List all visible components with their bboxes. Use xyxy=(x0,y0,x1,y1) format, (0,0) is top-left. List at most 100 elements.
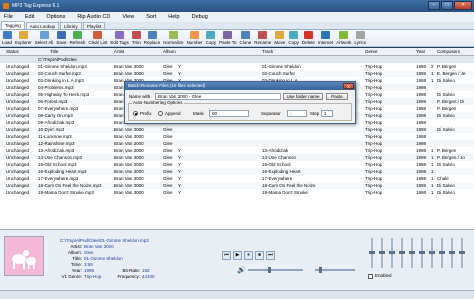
tab-playlist[interactable]: Playlist xyxy=(82,22,106,29)
tab-auto-lookup[interactable]: Auto Lookup xyxy=(25,22,60,29)
menu-debug[interactable]: Debug xyxy=(192,14,208,20)
menu-sort[interactable]: Sort xyxy=(146,14,156,20)
col-title[interactable]: Title xyxy=(50,48,58,56)
toolbar-internet-button[interactable]: Internet xyxy=(318,30,333,45)
toolbar-refresh-button[interactable]: Refresh xyxy=(70,30,85,45)
table-row[interactable]: Unchanged 19-Mama Don't Smoke.mp3 Bran Van… xyxy=(0,189,474,196)
toolbar-move-button[interactable]: Move xyxy=(274,30,285,45)
toolbar-save-button[interactable]: Save xyxy=(56,30,67,45)
toolbar-trim-button[interactable]: Trim xyxy=(131,30,141,45)
mask-input[interactable]: 00 xyxy=(209,110,249,117)
toolbar-number-button[interactable]: Number xyxy=(187,30,203,45)
cell-c1: Y xyxy=(178,183,182,188)
pause-icon[interactable]: ⏸ xyxy=(244,250,253,260)
use-folder-name-button[interactable]: Use folder name xyxy=(283,93,323,100)
prefix-radio[interactable] xyxy=(133,111,138,116)
eq-band-thumb[interactable] xyxy=(419,251,425,254)
eq-band-thumb[interactable] xyxy=(399,251,405,254)
play-icon[interactable]: ▶ xyxy=(233,250,242,260)
table-row[interactable]: Unchanged 11-Lucknow.mp3 Bran Van 3000 Glee… xyxy=(0,133,474,140)
eq-band-thumb[interactable] xyxy=(439,251,445,254)
toolbar-rename-button[interactable]: Rename xyxy=(254,30,271,45)
eq-band-thumb[interactable] xyxy=(459,251,465,254)
toolbar-replace-button[interactable]: Replace xyxy=(144,30,160,45)
toolbar-explorer-button[interactable]: Explorer xyxy=(15,30,32,45)
menu-view[interactable]: View xyxy=(122,14,134,20)
eq-band-thumb[interactable] xyxy=(369,251,375,254)
volume-thumb[interactable] xyxy=(268,267,271,273)
paste-button[interactable]: Paste xyxy=(326,93,348,100)
toolbar-copy-button[interactable]: Copy xyxy=(206,30,216,45)
minimize-button[interactable]: – xyxy=(428,1,440,10)
tab-library[interactable]: Library xyxy=(60,22,82,29)
col-album[interactable]: Album xyxy=(163,48,176,56)
toolbar-lyrics-button[interactable]: Lyrics xyxy=(354,30,366,45)
menu-options[interactable]: Options xyxy=(46,14,65,20)
toolbar-select-all-button[interactable]: Select All xyxy=(35,30,53,45)
group-row[interactable]: C:\Tmp\AlPod\Glee xyxy=(0,56,474,63)
table-row[interactable]: Unchanged 17-Everywhere.mp3 Bran Van 3000 G… xyxy=(0,175,474,182)
eq-band-slider[interactable] xyxy=(379,238,385,268)
eq-band-slider[interactable] xyxy=(449,238,455,268)
table-row[interactable]: Unchanged 02-Couch Surfer.mp3 Bran Van 300… xyxy=(0,70,474,77)
toolbar-paste-to-button[interactable]: Paste To xyxy=(219,30,237,45)
col-artist[interactable]: Artist xyxy=(114,48,124,56)
separator-input[interactable]: - xyxy=(287,110,307,117)
close-window-button[interactable]: ✕ xyxy=(454,1,472,10)
seek-slider[interactable] xyxy=(315,267,355,273)
toolbar-label: Edit Tags xyxy=(110,40,129,45)
table-row[interactable]: Unchanged 14-Une Chanson.mp3 Bran Van 3000… xyxy=(0,154,474,161)
toolbar-copy-button[interactable]: Copy xyxy=(288,30,299,45)
eq-band-slider[interactable] xyxy=(399,238,405,268)
toolbar-delete-button[interactable]: Delete xyxy=(302,30,315,45)
table-row[interactable]: Unchanged 16-Exploding Heart.mp3 Bran Van … xyxy=(0,168,474,175)
append-radio[interactable] xyxy=(158,111,163,116)
eq-band-thumb[interactable] xyxy=(409,251,415,254)
eq-band-slider[interactable] xyxy=(419,238,425,268)
menu-edit[interactable]: Edit xyxy=(25,14,34,20)
toolbar-normalize-button[interactable]: Normalize xyxy=(163,30,184,45)
table-row[interactable]: Unchanged 12-Rainshine.mp3 Bran Van 3000 Gl… xyxy=(0,140,474,147)
dialog-close-button[interactable]: X xyxy=(343,83,354,89)
next-icon[interactable]: ⏭ xyxy=(266,250,275,260)
eq-band-slider[interactable] xyxy=(439,238,445,268)
tab-tagging[interactable]: Tagging xyxy=(1,21,25,29)
eq-band-slider[interactable] xyxy=(369,238,375,268)
eq-band-slider[interactable] xyxy=(389,238,395,268)
volume-slider[interactable] xyxy=(248,267,303,273)
menu-file[interactable]: File xyxy=(4,14,13,20)
col-composers[interactable]: Composers xyxy=(437,48,460,56)
eq-band-slider[interactable] xyxy=(429,238,435,268)
maximize-button[interactable]: □ xyxy=(441,1,453,10)
col-genre[interactable]: Genre xyxy=(365,48,378,56)
stop-icon[interactable]: ⏹ xyxy=(255,250,264,260)
toolbar-clear-list-button[interactable]: Clear List xyxy=(88,30,107,45)
toolbar-load-button[interactable]: Load xyxy=(2,30,12,45)
menu-rip-audio-cd[interactable]: Rip Audio CD xyxy=(77,14,110,20)
table-row[interactable]: Unchanged 18-Cum On Feel the Noize.mp3 Bra… xyxy=(0,182,474,189)
name-with-input[interactable]: Bran Van 3000 - Glee xyxy=(155,93,281,100)
album-art[interactable] xyxy=(4,236,44,276)
step-input[interactable]: 1 xyxy=(321,110,333,117)
table-row[interactable]: Unchanged 13-Afrodiziak.mp3 Bran Van 3000 G… xyxy=(0,147,474,154)
col-status[interactable]: Status xyxy=(6,48,19,56)
cell-genre: Trip-Hop xyxy=(365,106,383,111)
eq-band-thumb[interactable] xyxy=(389,251,395,254)
menu-help[interactable]: Help xyxy=(168,14,179,20)
toolbar-clone-button[interactable]: Clone xyxy=(240,30,251,45)
table-row[interactable]: Unchanged 01-Gimme Sheldon.mp3 Bran Van 30… xyxy=(0,63,474,70)
table-row[interactable]: Unchanged 10-Dyin'.mp3 Bran Van 3000 Glee Tr… xyxy=(0,126,474,133)
toolbar-artwork-button[interactable]: Artwork xyxy=(336,30,351,45)
table-row[interactable]: Unchanged 15-Old School.mp3 Bran Van 3000 G… xyxy=(0,161,474,168)
col-track[interactable]: Track xyxy=(262,48,273,56)
eq-enabled-checkbox[interactable] xyxy=(368,274,373,279)
col-year[interactable]: Year xyxy=(416,48,425,56)
seek-thumb[interactable] xyxy=(319,267,322,273)
eq-band-slider[interactable] xyxy=(409,238,415,268)
prev-icon[interactable]: ⏮ xyxy=(222,250,231,260)
eq-band-thumb[interactable] xyxy=(379,251,385,254)
eq-band-thumb[interactable] xyxy=(429,251,435,254)
eq-band-thumb[interactable] xyxy=(449,251,455,254)
eq-band-slider[interactable] xyxy=(459,238,465,268)
toolbar-edit-tags-button[interactable]: Edit Tags xyxy=(110,30,129,45)
